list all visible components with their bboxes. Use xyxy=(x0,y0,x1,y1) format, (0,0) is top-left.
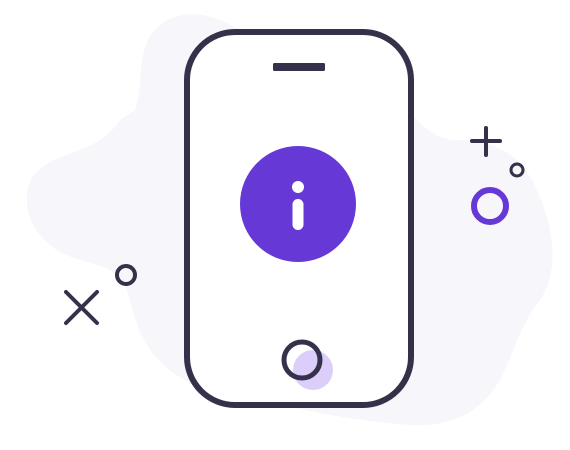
speaker-slot xyxy=(273,63,325,71)
home-button-accent xyxy=(293,350,333,390)
phone-info-illustration xyxy=(26,14,553,426)
close-icon xyxy=(64,290,99,325)
info-icon xyxy=(240,146,356,262)
illustration-stage xyxy=(0,0,570,450)
